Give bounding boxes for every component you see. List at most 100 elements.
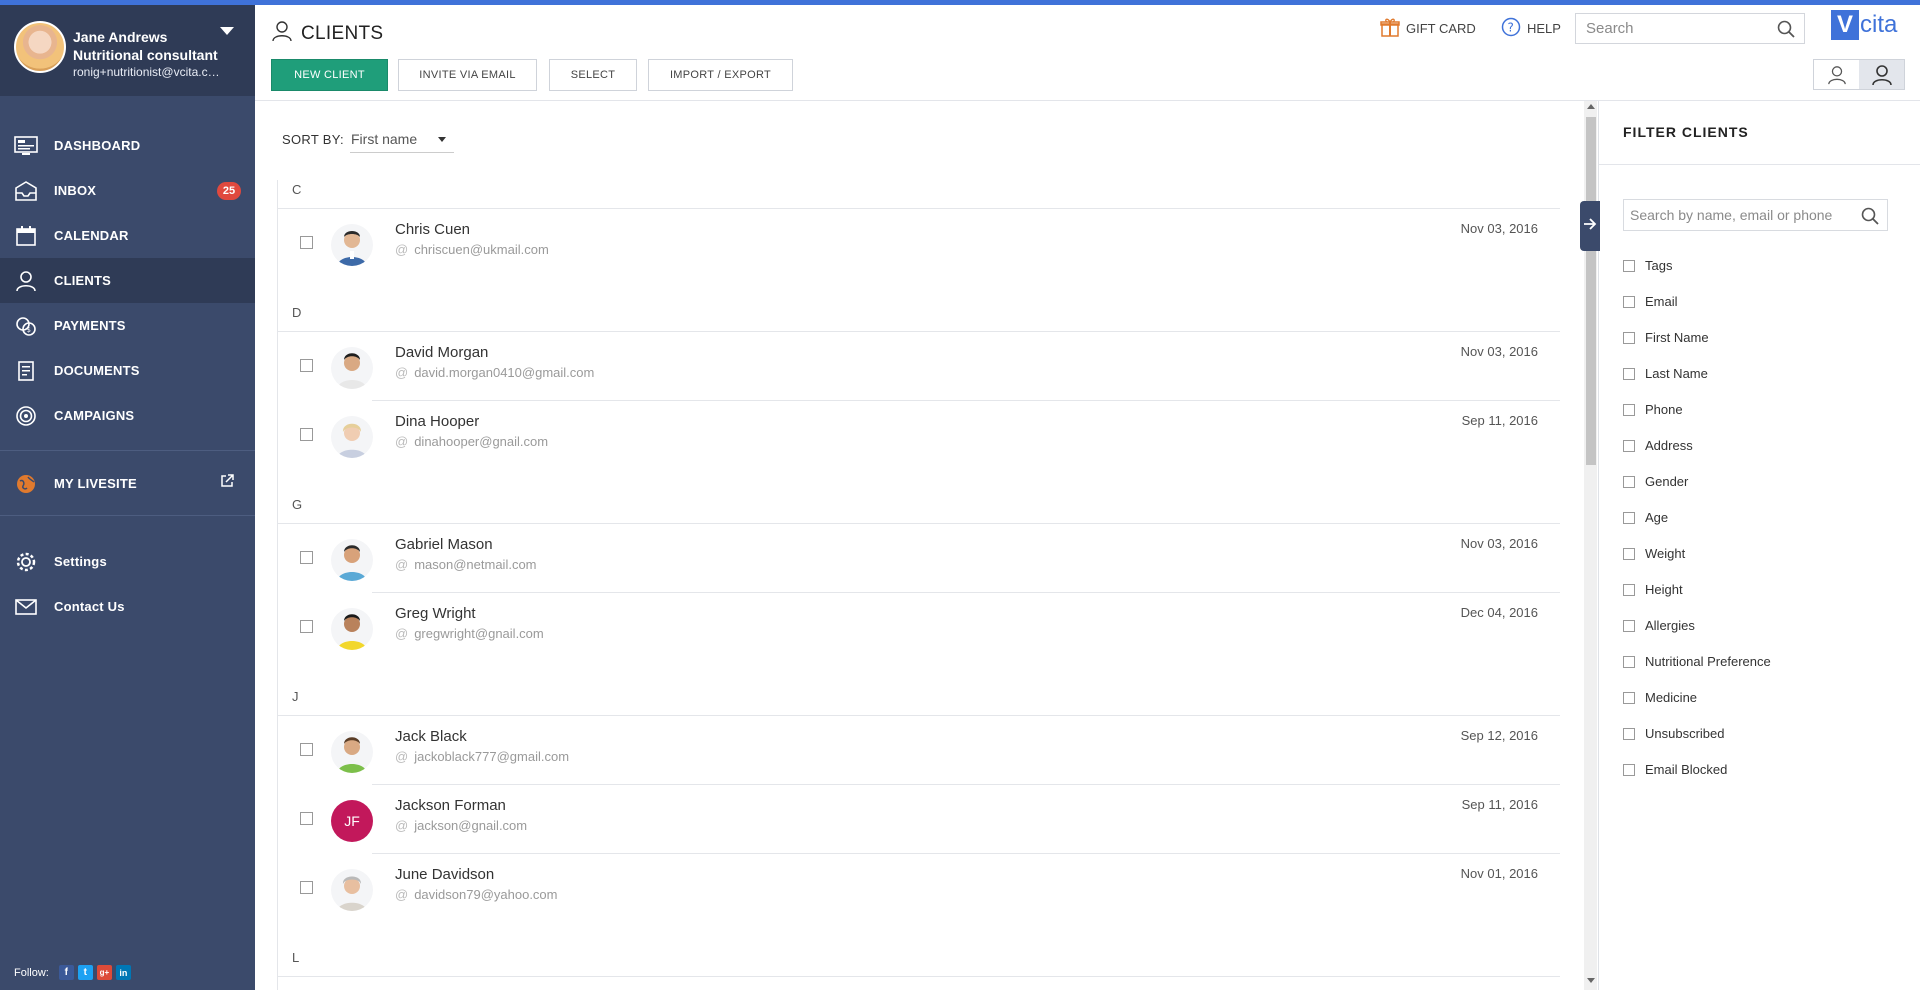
client-name[interactable]: Jack Black xyxy=(395,728,467,745)
client-name[interactable]: Gabriel Mason xyxy=(395,536,493,553)
group-letter: J xyxy=(292,689,299,704)
collapse-filter-button[interactable] xyxy=(1580,201,1600,251)
sidebar-item-campaigns[interactable]: CAMPAIGNS xyxy=(0,393,255,438)
search-input[interactable] xyxy=(1586,20,1776,37)
profile-name: Jane Andrews xyxy=(73,29,168,45)
single-client-view-button[interactable] xyxy=(1814,60,1859,89)
row-checkbox[interactable] xyxy=(300,743,313,756)
filter-option-height[interactable]: Height xyxy=(1623,582,1683,597)
filter-checkbox[interactable] xyxy=(1623,547,1635,560)
row-checkbox[interactable] xyxy=(300,881,313,894)
filter-checkbox[interactable] xyxy=(1623,403,1635,416)
filter-option-email-blocked[interactable]: Email Blocked xyxy=(1623,762,1727,777)
google-plus-icon[interactable]: g+ xyxy=(96,965,112,980)
facebook-icon[interactable]: f xyxy=(58,965,74,980)
row-checkbox[interactable] xyxy=(300,620,313,633)
client-name[interactable]: David Morgan xyxy=(395,344,488,361)
filter-checkbox[interactable] xyxy=(1623,439,1635,452)
sidebar-item-inbox[interactable]: INBOX 25 xyxy=(0,168,255,213)
filter-option-gender[interactable]: Gender xyxy=(1623,474,1688,489)
filter-option-last-name[interactable]: Last Name xyxy=(1623,366,1708,381)
filter-option-first-name[interactable]: First Name xyxy=(1623,330,1709,345)
gift-card-link[interactable]: GIFT CARD xyxy=(1380,17,1476,40)
client-email-text: davidson79@yahoo.com xyxy=(414,887,558,902)
filter-checkbox[interactable] xyxy=(1623,583,1635,596)
filter-checkbox[interactable] xyxy=(1623,511,1635,524)
filter-checkbox[interactable] xyxy=(1623,295,1635,308)
sidebar-item-calendar[interactable]: CALENDAR xyxy=(0,213,255,258)
filter-checkbox[interactable] xyxy=(1623,655,1635,668)
filter-checkbox[interactable] xyxy=(1623,619,1635,632)
list-scrollbar-thumb[interactable] xyxy=(1586,117,1596,465)
new-client-button[interactable]: NEW CLIENT xyxy=(271,59,388,91)
help-link[interactable]: ? HELP xyxy=(1501,17,1561,40)
profile-menu-caret-icon[interactable] xyxy=(220,27,234,35)
search-icon[interactable] xyxy=(1861,207,1879,230)
filter-checkbox[interactable] xyxy=(1623,763,1635,776)
filter-checkbox[interactable] xyxy=(1623,691,1635,704)
client-avatar xyxy=(331,539,373,581)
client-row[interactable]: David Morgan @ david.morgan0410@gmail.com… xyxy=(278,332,1560,401)
scroll-down-arrow-icon[interactable] xyxy=(1587,978,1595,983)
sidebar-item-clients[interactable]: CLIENTS xyxy=(0,258,255,303)
search-icon[interactable] xyxy=(1777,20,1795,41)
filter-option-tags[interactable]: Tags xyxy=(1623,258,1672,273)
client-name[interactable]: Greg Wright xyxy=(395,605,476,622)
sidebar-item-documents[interactable]: DOCUMENTS xyxy=(0,348,255,393)
import-export-button[interactable]: IMPORT / EXPORT xyxy=(648,59,793,91)
client-name[interactable]: Chris Cuen xyxy=(395,221,470,238)
global-search[interactable] xyxy=(1575,13,1805,44)
envelope-icon xyxy=(14,595,38,619)
filter-option-unsubscribed[interactable]: Unsubscribed xyxy=(1623,726,1725,741)
sort-label: SORT BY: xyxy=(282,132,344,147)
filter-option-email[interactable]: Email xyxy=(1623,294,1678,309)
client-row[interactable]: Greg Wright @ gregwright@gnail.com Dec 04… xyxy=(278,593,1560,662)
profile-card[interactable]: Jane Andrews Nutritional consultant roni… xyxy=(0,5,255,96)
row-checkbox[interactable] xyxy=(300,812,313,825)
filter-checkbox[interactable] xyxy=(1623,331,1635,344)
clients-list-view-button[interactable] xyxy=(1859,60,1904,89)
at-icon: @ xyxy=(395,626,409,641)
client-name[interactable]: Jackson Forman xyxy=(395,797,506,814)
filter-option-label: Height xyxy=(1645,582,1683,597)
filter-checkbox[interactable] xyxy=(1623,259,1635,272)
row-checkbox[interactable] xyxy=(300,236,313,249)
client-row[interactable]: Dina Hooper @ dinahooper@gnail.com Sep 11… xyxy=(278,401,1560,470)
client-row[interactable]: Jack Black @ jackoblack777@gmail.com Sep … xyxy=(278,716,1560,785)
filter-option-age[interactable]: Age xyxy=(1623,510,1668,525)
filter-checkbox[interactable] xyxy=(1623,367,1635,380)
sidebar-item-payments[interactable]: $ PAYMENTS xyxy=(0,303,255,348)
sort-select[interactable]: First name xyxy=(350,127,454,153)
row-checkbox[interactable] xyxy=(300,551,313,564)
twitter-icon[interactable]: t xyxy=(77,965,93,980)
sidebar-item-contact-us[interactable]: Contact Us xyxy=(0,584,255,629)
filter-option-weight[interactable]: Weight xyxy=(1623,546,1685,561)
select-button[interactable]: SELECT xyxy=(549,59,637,91)
client-name[interactable]: June Davidson xyxy=(395,866,494,883)
row-checkbox[interactable] xyxy=(300,359,313,372)
client-row[interactable]: June Davidson @ davidson79@yahoo.com Nov … xyxy=(278,854,1560,923)
client-name[interactable]: Dina Hooper xyxy=(395,413,479,430)
globe-icon xyxy=(14,472,38,496)
client-row[interactable]: JF Jackson Forman @ jackson@gnail.com Sep… xyxy=(278,785,1560,854)
filter-search[interactable] xyxy=(1623,199,1888,231)
filter-checkbox[interactable] xyxy=(1623,475,1635,488)
filter-option-medicine[interactable]: Medicine xyxy=(1623,690,1697,705)
client-row[interactable]: Gabriel Mason @ mason@netmail.com Nov 03,… xyxy=(278,524,1560,593)
at-icon: @ xyxy=(395,749,409,764)
client-row[interactable]: Chris Cuen @ chriscuen@ukmail.com Nov 03,… xyxy=(278,209,1560,278)
linkedin-icon[interactable]: in xyxy=(115,965,131,980)
invite-via-email-button[interactable]: INVITE VIA EMAIL xyxy=(398,59,537,91)
filter-checkbox[interactable] xyxy=(1623,727,1635,740)
filter-search-input[interactable] xyxy=(1630,207,1855,223)
filter-option-nutritional-preference[interactable]: Nutritional Preference xyxy=(1623,654,1771,669)
sidebar-item-my-livesite[interactable]: MY LIVESITE xyxy=(0,461,255,506)
row-checkbox[interactable] xyxy=(300,428,313,441)
filter-option-allergies[interactable]: Allergies xyxy=(1623,618,1695,633)
filter-option-phone[interactable]: Phone xyxy=(1623,402,1683,417)
sidebar-item-dashboard[interactable]: DASHBOARD xyxy=(0,123,255,168)
client-avatar xyxy=(331,608,373,650)
sidebar-item-settings[interactable]: Settings xyxy=(0,539,255,584)
scroll-up-arrow-icon[interactable] xyxy=(1587,104,1595,109)
filter-option-address[interactable]: Address xyxy=(1623,438,1693,453)
